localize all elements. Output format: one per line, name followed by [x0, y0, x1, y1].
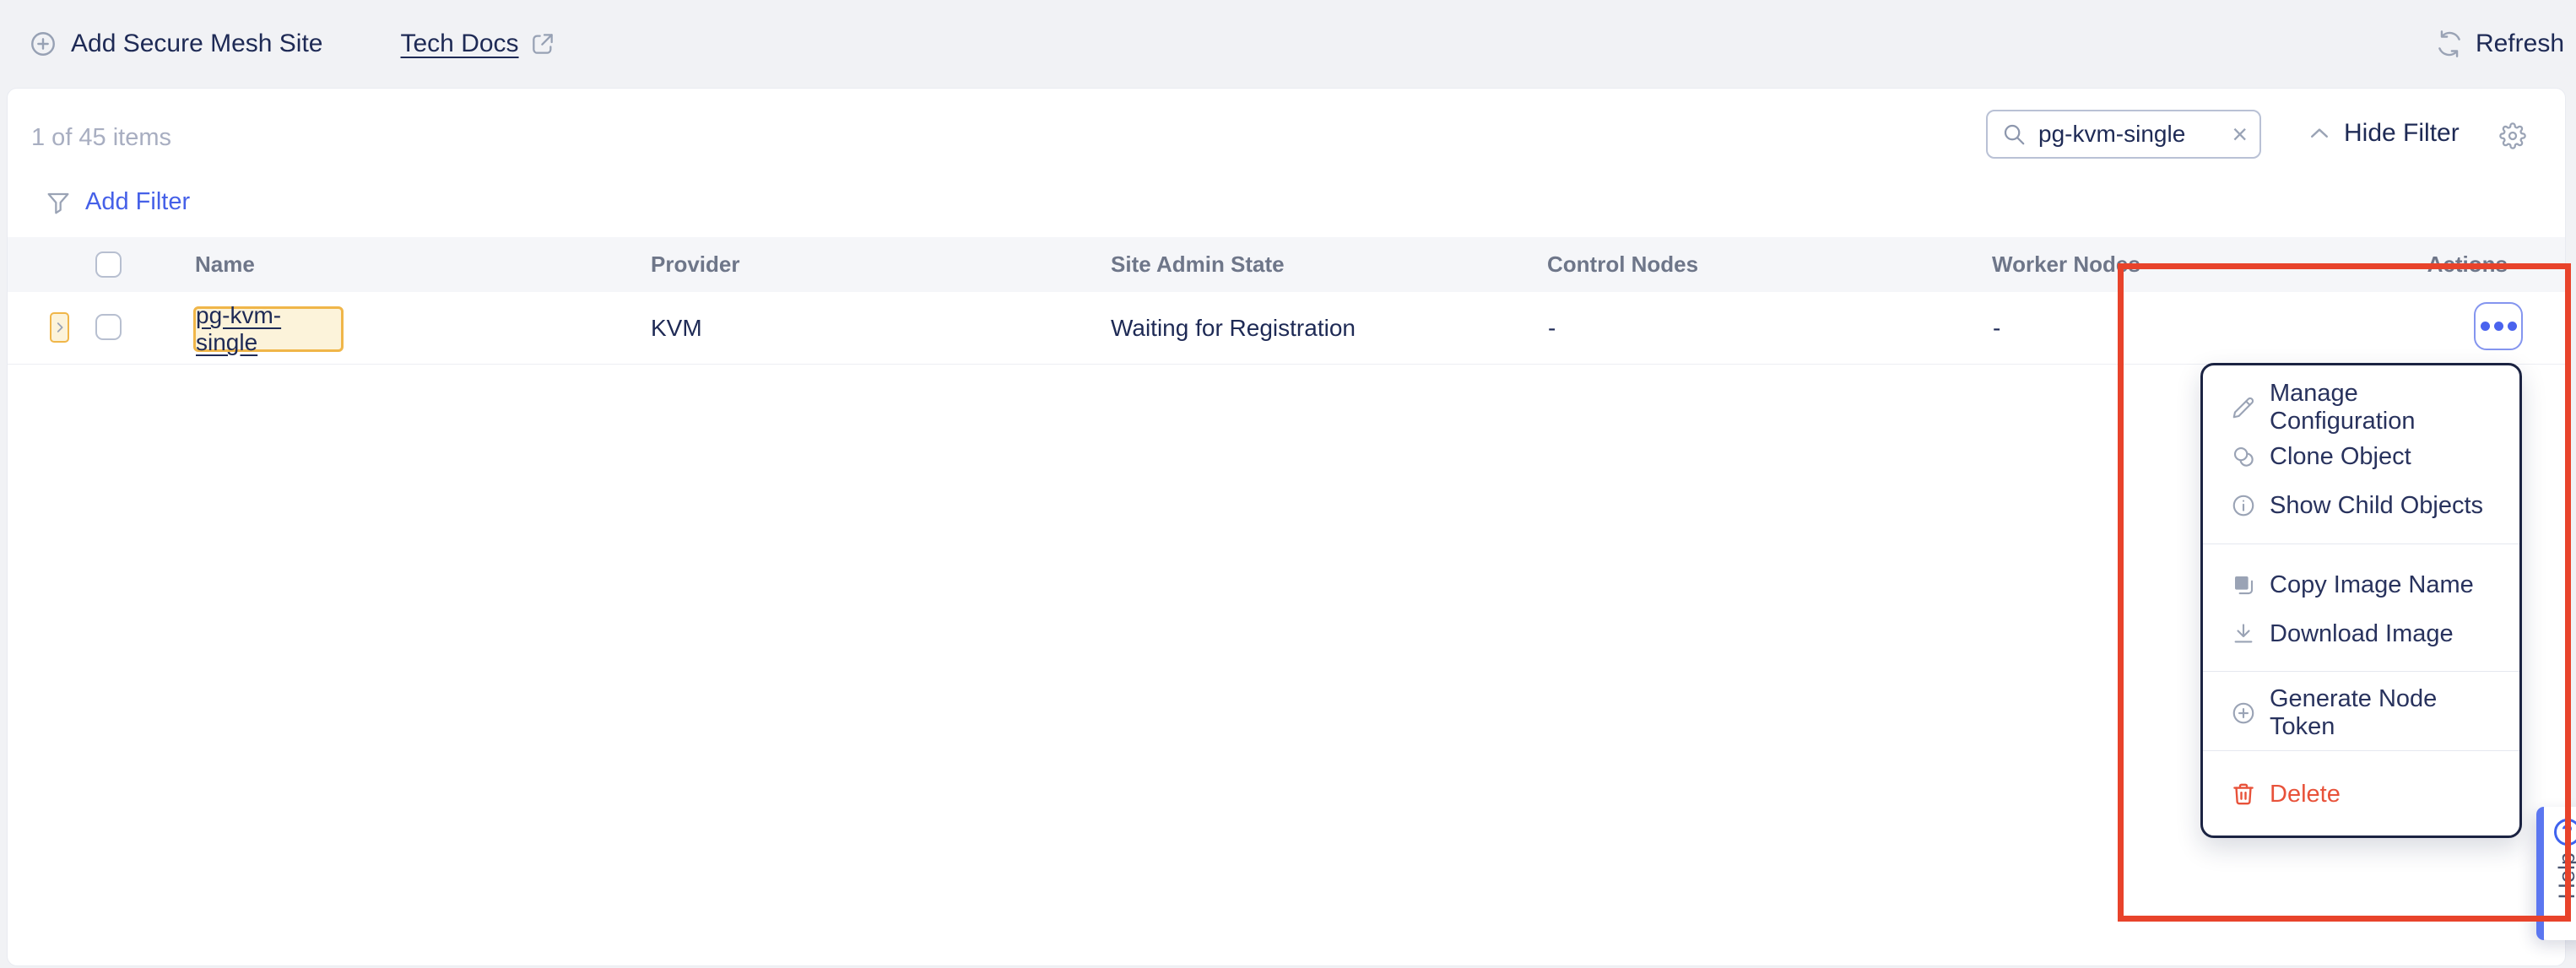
column-header-provider[interactable]: Provider	[651, 237, 740, 292]
column-header-worker-nodes[interactable]: Worker Nodes	[1992, 237, 2140, 292]
external-link-icon	[529, 30, 556, 57]
search-input[interactable]	[2037, 120, 2222, 149]
menu-item-copy-image-name[interactable]: Copy Image Name	[2203, 560, 2519, 609]
menu-item-download-image[interactable]: Download Image	[2203, 609, 2519, 658]
add-secure-mesh-site-button[interactable]: Add Secure Mesh Site	[29, 30, 323, 58]
select-all-checkbox[interactable]	[95, 251, 122, 278]
row-checkbox[interactable]	[95, 314, 122, 340]
trash-icon	[2231, 781, 2256, 807]
row-name-highlight: pg-kvm-single	[193, 306, 344, 352]
filter-funnel-icon	[45, 189, 72, 216]
column-header-name[interactable]: Name	[195, 237, 255, 292]
tech-docs-link[interactable]: Tech Docs	[401, 30, 556, 58]
column-header-site-admin-state[interactable]: Site Admin State	[1111, 237, 1285, 292]
menu-item-label: Copy Image Name	[2270, 571, 2474, 599]
menu-item-manage-configuration[interactable]: Manage Configuration	[2203, 383, 2519, 432]
search-box: ×	[1986, 110, 2261, 159]
menu-item-label: Manage Configuration	[2270, 380, 2503, 435]
hide-filter-button[interactable]: Hide Filter	[2307, 119, 2460, 148]
menu-item-generate-node-token[interactable]: Generate Node Token	[2203, 689, 2519, 738]
column-header-control-nodes[interactable]: Control Nodes	[1547, 237, 1698, 292]
menu-group: Generate Node Token	[2203, 671, 2519, 750]
search-icon	[2001, 122, 2027, 147]
menu-item-show-child-objects[interactable]: Show Child Objects	[2203, 481, 2519, 530]
menu-item-label: Generate Node Token	[2270, 685, 2503, 741]
menu-group: Manage Configuration Clone Object Show C…	[2203, 365, 2519, 543]
refresh-label: Refresh	[2476, 30, 2564, 58]
download-icon	[2231, 621, 2256, 646]
add-filter-label: Add Filter	[85, 188, 190, 216]
refresh-button[interactable]: Refresh	[2435, 30, 2564, 58]
plus-circle-icon	[29, 30, 57, 58]
info-icon	[2231, 493, 2256, 518]
row-actions-button[interactable]	[2474, 302, 2523, 350]
column-header-actions: Actions	[2427, 237, 2508, 292]
sites-table-card: 1 of 45 items × Hide Filter Add Filter	[7, 88, 2566, 966]
add-filter-button[interactable]: Add Filter	[45, 188, 190, 216]
hide-filter-label: Hide Filter	[2344, 119, 2460, 148]
add-secure-mesh-site-label: Add Secure Mesh Site	[71, 30, 323, 58]
cell-worker-nodes: -	[1993, 292, 2000, 365]
help-tab[interactable]: ? Help	[2536, 807, 2576, 940]
plus-circle-icon	[2231, 700, 2256, 726]
top-toolbar: Add Secure Mesh Site Tech Docs Refresh	[0, 0, 2576, 88]
menu-group: Delete	[2203, 750, 2519, 836]
menu-group: Copy Image Name Download Image	[2203, 543, 2519, 671]
cell-site-admin-state: Waiting for Registration	[1111, 292, 1356, 365]
tech-docs-label: Tech Docs	[401, 30, 519, 58]
row-expand-chevron[interactable]	[50, 312, 69, 343]
site-name-link[interactable]: pg-kvm-single	[196, 302, 341, 356]
cell-provider: KVM	[651, 292, 702, 365]
copy-icon	[2231, 572, 2256, 598]
menu-item-label: Delete	[2270, 781, 2341, 808]
items-count: 1 of 45 items	[31, 124, 171, 152]
menu-item-clone-object[interactable]: Clone Object	[2203, 432, 2519, 481]
table-row: pg-kvm-single KVM Waiting for Registrati…	[8, 292, 2565, 365]
clone-icon	[2231, 444, 2256, 469]
question-icon: ?	[2554, 819, 2576, 846]
menu-item-delete[interactable]: Delete	[2203, 770, 2519, 819]
menu-item-label: Download Image	[2270, 620, 2454, 648]
page: Add Secure Mesh Site Tech Docs Refresh 1…	[0, 0, 2576, 968]
pencil-icon	[2231, 395, 2256, 420]
refresh-icon	[2435, 30, 2464, 58]
gear-icon[interactable]	[2499, 122, 2526, 149]
chevron-up-icon	[2307, 121, 2332, 146]
help-label: Help	[2554, 852, 2576, 900]
actions-context-menu: Manage Configuration Clone Object Show C…	[2200, 363, 2522, 838]
cell-control-nodes: -	[1548, 292, 1556, 365]
menu-item-label: Clone Object	[2270, 443, 2411, 471]
menu-item-label: Show Child Objects	[2270, 492, 2483, 520]
table-header: Name Provider Site Admin State Control N…	[8, 237, 2565, 292]
clear-search-icon[interactable]: ×	[2232, 121, 2248, 148]
